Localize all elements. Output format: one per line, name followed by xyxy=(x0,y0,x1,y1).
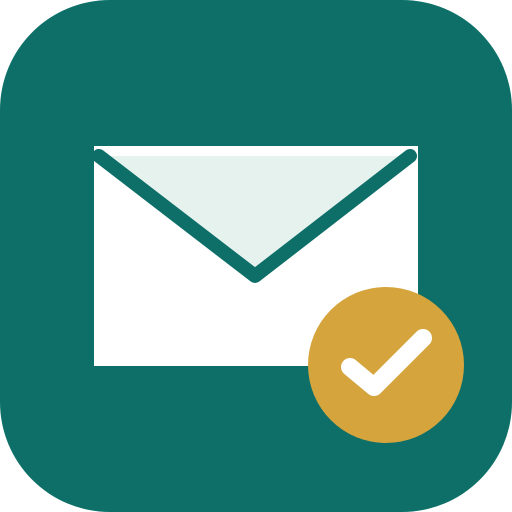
checkmark-badge-icon xyxy=(308,287,464,443)
app-icon[interactable] xyxy=(0,0,512,512)
app-icon-graphic xyxy=(0,0,512,512)
